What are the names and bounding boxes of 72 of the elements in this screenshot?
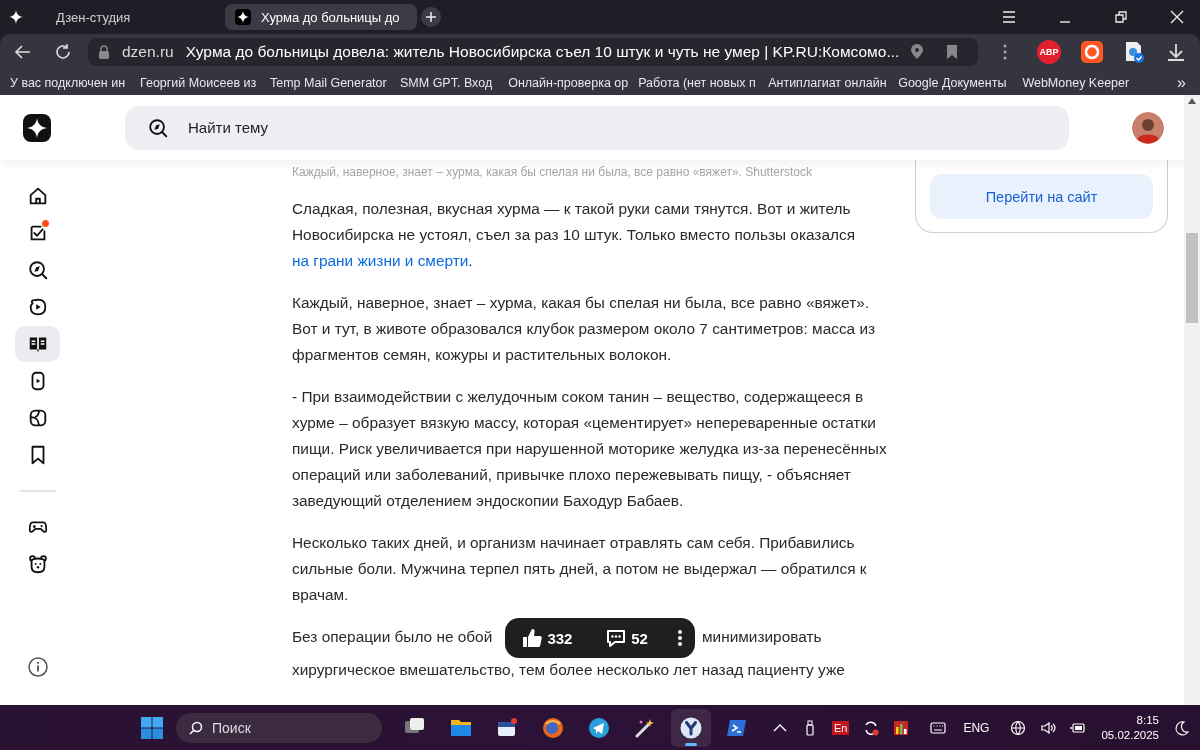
download-icon[interactable]: [1165, 41, 1187, 63]
search-icon: [189, 720, 203, 735]
record-icon[interactable]: [1081, 41, 1103, 63]
article-text: минимизировать: [702, 627, 822, 647]
globe-icon: [541, 715, 565, 740]
bookmark-link[interactable]: WebMoney Keeper: [1022, 75, 1130, 90]
taskbar-search-field[interactable]: Поиск: [176, 712, 382, 743]
speaker-icon[interactable]: [1040, 719, 1057, 736]
bookmark-link[interactable]: Temp Mail Generator: [270, 75, 392, 90]
bookmark-icon[interactable]: [946, 44, 958, 60]
restore-icon[interactable]: [1114, 10, 1128, 24]
article-paragraph: Каждый, наверное, знает – хурма, какая бы спелая ни была, все равно «вяжет». Вот и тут, в животе образовался клубок размером около 7 сантиметров: масса из фрагментов семян, кожуры и растительных волокон.: [292, 293, 877, 365]
scroll-up-icon[interactable]: [1188, 98, 1196, 104]
article-text: хирургическое вмешательство, тем более несколько лет назад пациенту уже: [292, 660, 846, 680]
compass-icon: [26, 259, 49, 281]
bookmark-link[interactable]: Онлайн-проверка ор: [508, 75, 631, 90]
address-domain: dzen.ru: [122, 43, 174, 61]
article-paragraph: Сладкая, полезная, вкусная хурма — к такой руки сами тянутся. Вот и житель Новосибирска не устоял, съел за раз 10 штук. Только вместо пользы оказался на грани жизни и смерти.: [292, 199, 856, 271]
scrollbar[interactable]: [1184, 95, 1200, 705]
sync-icon[interactable]: [863, 719, 880, 736]
keyboard-icon[interactable]: [930, 719, 947, 736]
search-field[interactable]: Найти тему: [125, 105, 1069, 150]
paper-plane-icon: [587, 715, 611, 740]
reload-icon[interactable]: [54, 43, 72, 61]
bookmark-link[interactable]: Google Документы: [898, 75, 1007, 90]
article-paragraph: - При взаимодействии с желудочным соком танин – вещество, содержащееся в хурме – образует вязкую массу, которая «цементирует» непереваренные остатки пищи. Риск увеличивается при нарушенной моторике желудка из-за перенесённых операций или заболеваний, привычке плохо пережевывать пищу, - объясняет заведующий отделением эндоскопии Баходур Бабаев.: [292, 387, 888, 511]
document-check-icon[interactable]: [1123, 41, 1145, 63]
comment-icon: [605, 627, 628, 649]
back-arrow-icon[interactable]: [14, 43, 32, 61]
close-icon[interactable]: [1170, 10, 1184, 24]
menu-icon[interactable]: [1002, 10, 1016, 24]
clock-time: 8:15: [1136, 712, 1159, 728]
letter-y-icon: [679, 715, 703, 740]
bookmark-link[interactable]: У вас подключен ин: [10, 75, 132, 90]
thumbs-up-icon: [521, 627, 544, 649]
article-paragraph: Несколько таких дней, и организм начинает отравлять сам себя. Прибавились сильные боли. Мужчина терпел пять дней, а потом не выдержал — обратился к врачам.: [292, 533, 868, 605]
star-icon: [8, 9, 24, 25]
bookmark-link[interactable]: Антиплагиат онлайн: [768, 75, 891, 90]
page-title: Хурма до больницы довела: житель Новосибирска съел 10 штук и чуть не умер | KP.RU:Комсомо...: [185, 43, 898, 61]
browser-tab[interactable]: Хурма до больницы до: [225, 4, 417, 30]
comments-button[interactable]: 52: [601, 623, 652, 653]
taskbar-app[interactable]: [671, 708, 711, 747]
bookmark-link[interactable]: Георгий Моисеев из: [140, 75, 262, 90]
input-language[interactable]: ENG: [963, 720, 990, 735]
taskbar-clock[interactable]: 8:15 05.02.2025: [1101, 712, 1159, 743]
clock-date: 05.02.2025: [1101, 727, 1159, 743]
adblock-extension[interactable]: ABP: [1037, 40, 1061, 64]
nav-item[interactable]: [15, 326, 60, 362]
star-icon: [235, 9, 251, 25]
more-bookmarks-button[interactable]: »: [1177, 73, 1186, 92]
browser-tab[interactable]: Дзен-студия: [46, 4, 221, 30]
compass-search-icon: [147, 116, 169, 139]
windows-start-icon[interactable]: [140, 715, 164, 740]
globe-icon[interactable]: [1010, 719, 1027, 736]
bear-icon: [26, 553, 49, 575]
bookmark-link[interactable]: SMM GPT. Вход: [400, 75, 493, 90]
more-icon[interactable]: [676, 628, 683, 648]
info-icon[interactable]: [27, 657, 48, 677]
bar-chart-icon[interactable]: [893, 719, 910, 736]
language-badge[interactable]: En: [831, 720, 850, 735]
article-text: Без операции было не обой: [292, 627, 493, 647]
image-caption: Каждый, наверное, знает – хурма, какая бы спелая ни была, все равно «вяжет». Shutterstock: [292, 165, 813, 179]
bookmark-link[interactable]: Работа (нет новых п: [638, 75, 761, 90]
scrollbar-thumb[interactable]: [1186, 233, 1198, 323]
like-button[interactable]: 332: [517, 623, 577, 653]
avatar[interactable]: [1132, 111, 1164, 144]
lock-icon: [98, 45, 110, 59]
location-pin-icon[interactable]: [910, 44, 924, 60]
address-bar[interactable]: dzen.ru Хурма до больницы довела: житель Новосибирска съел 10 штук и чуть не умер | KP.RU:Комсомо...: [88, 38, 978, 66]
logo-icon[interactable]: [23, 113, 51, 142]
moon-icon[interactable]: [1174, 719, 1190, 736]
visit-site-button[interactable]: Перейти на сайт: [930, 174, 1153, 219]
